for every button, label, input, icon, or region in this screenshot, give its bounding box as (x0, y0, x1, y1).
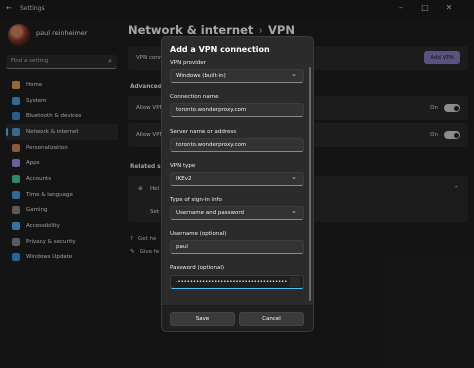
server-address-label: Server name or address (170, 129, 237, 135)
dialog-footer: Save Cancel (162, 305, 313, 331)
vpn-type-label: VPN type (170, 163, 196, 169)
username-input[interactable]: paul (170, 240, 304, 254)
reveal-password-icon[interactable] (290, 277, 300, 287)
password-input[interactable]: ·•••••••••••••••••••••••••••••••••••• (170, 275, 304, 289)
password-value: ·•••••••••••••••••••••••••••••••••••• (176, 279, 288, 285)
vpn-provider-select[interactable]: Windows (built-in) (170, 69, 304, 83)
dialog-scrollbar[interactable] (309, 67, 311, 301)
connection-name-input[interactable]: toronto.wonderproxy.com (170, 103, 304, 117)
vpn-provider-label: VPN provider (170, 60, 206, 66)
signin-type-select[interactable]: Username and password (170, 206, 304, 220)
connection-name-label: Connection name (170, 94, 219, 100)
add-vpn-dialog: Add a VPN connection VPN provider Window… (161, 36, 314, 332)
vpn-type-select[interactable]: IKEv2 (170, 172, 304, 186)
signin-type-label: Type of sign-in info (170, 197, 222, 203)
save-button[interactable]: Save (170, 312, 235, 326)
username-label: Username (optional) (170, 231, 227, 237)
server-address-input[interactable]: toronto.wonderproxy.com (170, 138, 304, 152)
cancel-button[interactable]: Cancel (239, 312, 304, 326)
dialog-title: Add a VPN connection (170, 45, 270, 54)
password-label: Password (optional) (170, 265, 225, 271)
